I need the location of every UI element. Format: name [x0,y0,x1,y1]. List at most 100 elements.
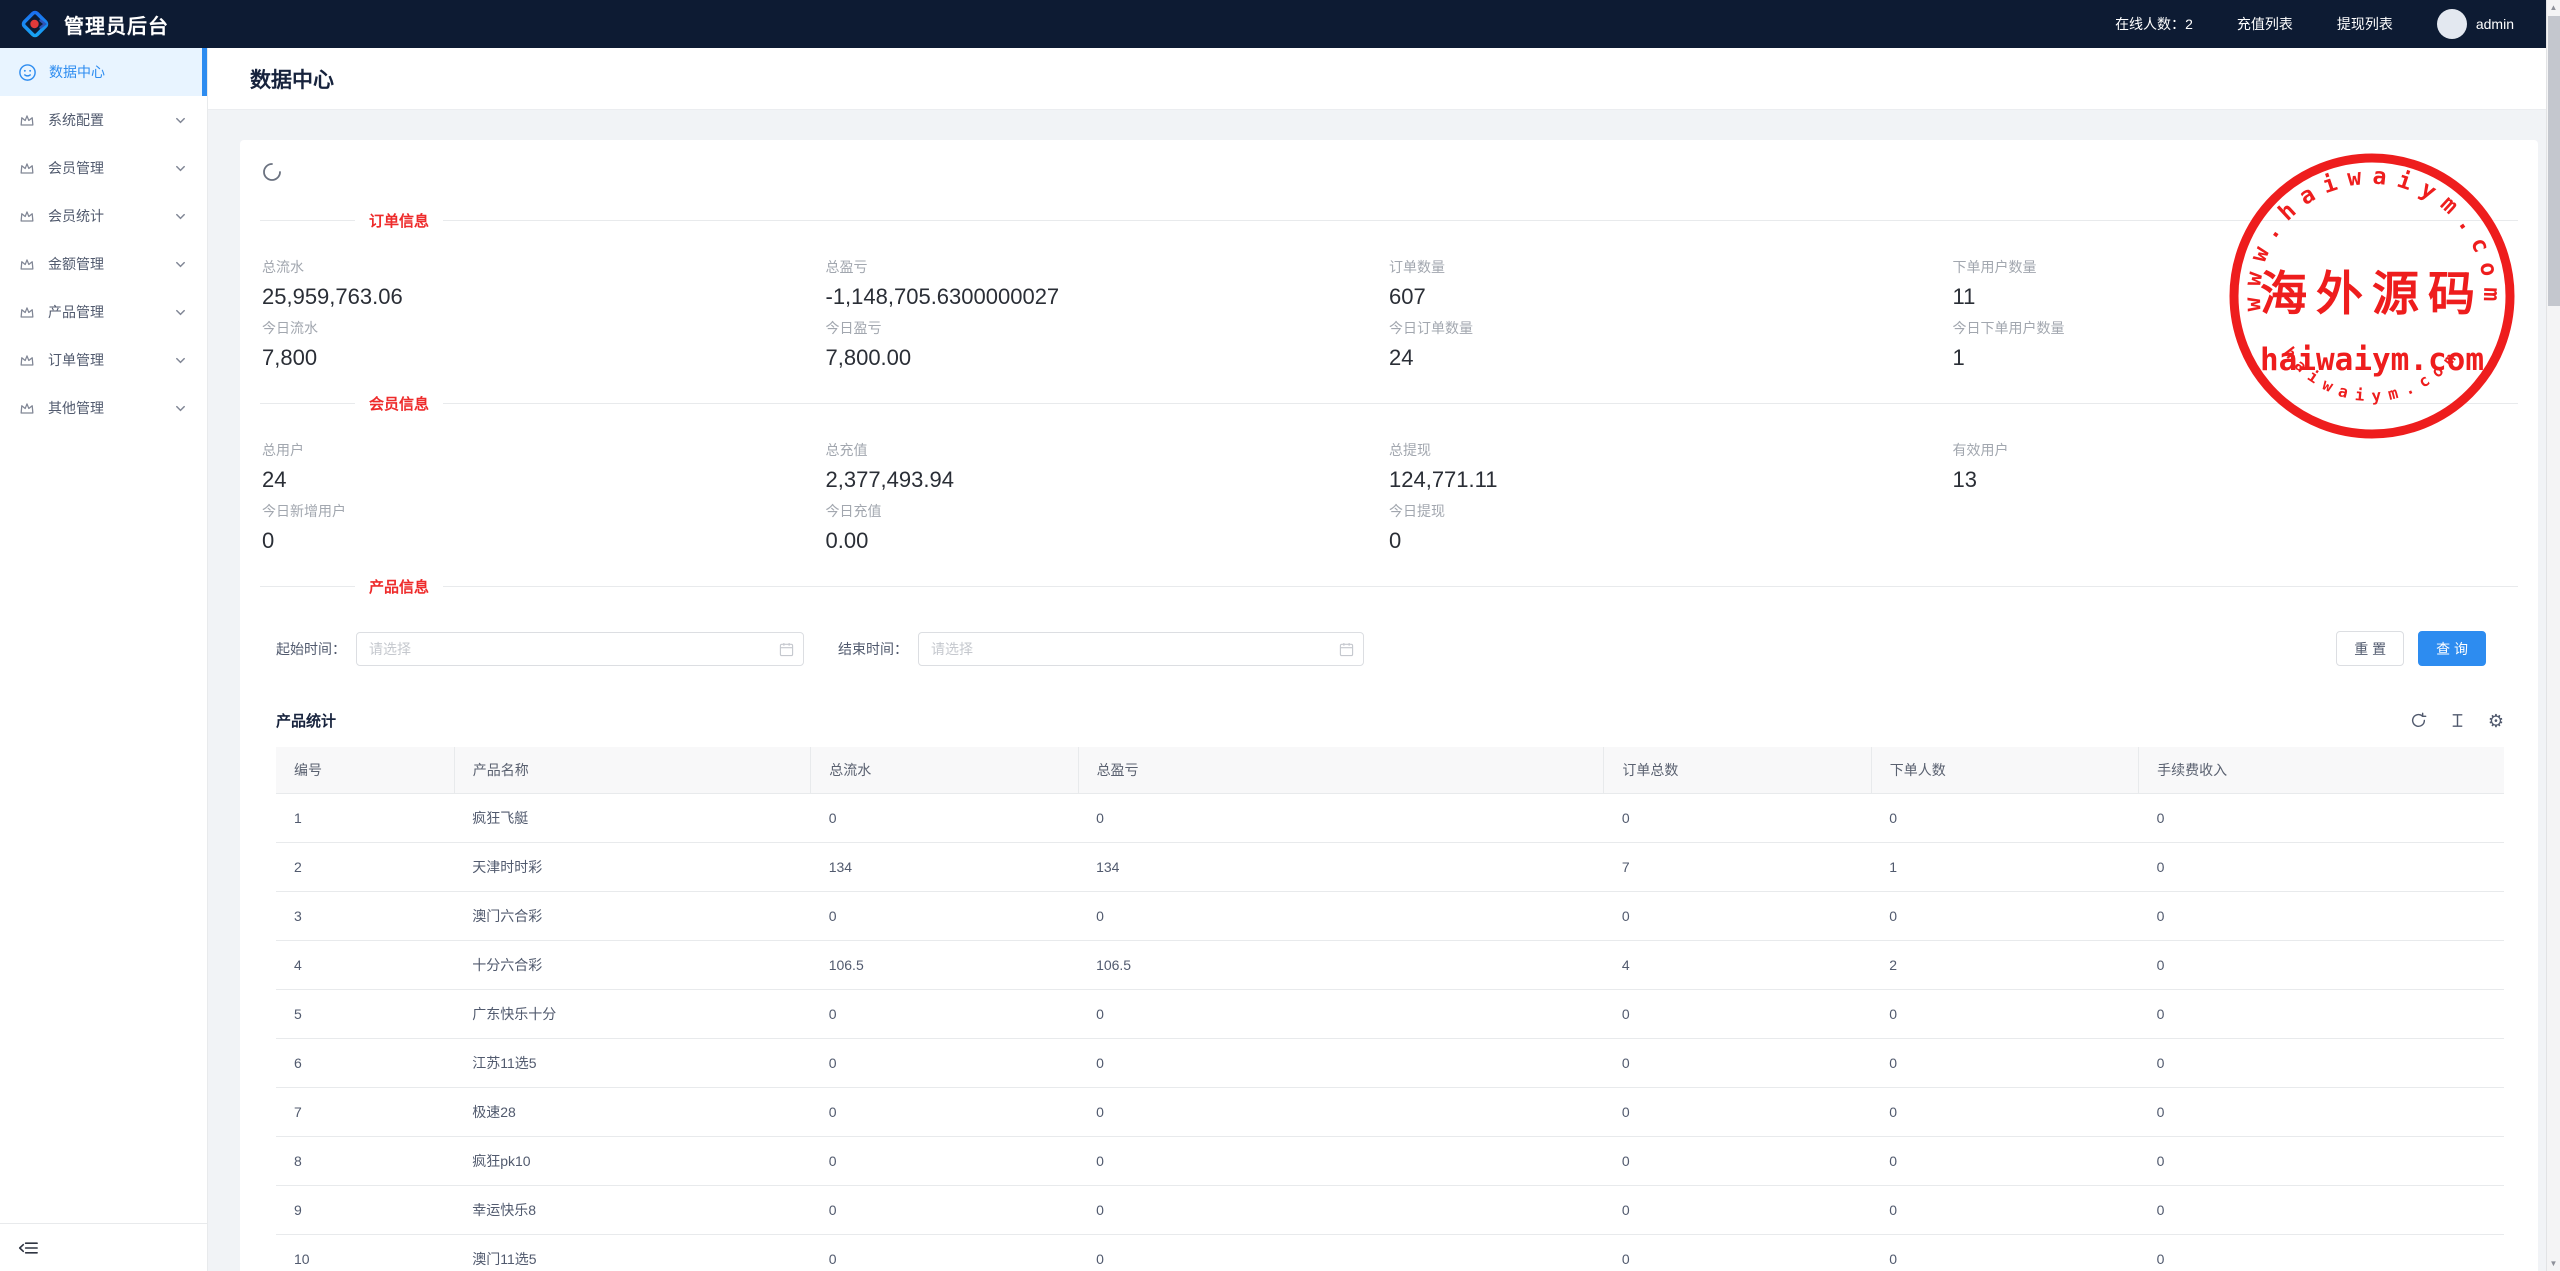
stat-label: 总充值 [826,440,1390,460]
sidebar-item-label: 其他管理 [48,398,104,418]
stat-value: 7,800 [262,345,826,371]
scroll-down-arrow-icon[interactable]: ▼ [2547,1256,2560,1271]
sidebar-item-amount-management[interactable]: 金额管理 [0,240,207,288]
crown-icon [18,303,36,321]
username: admin [2476,16,2514,32]
app-logo-icon [18,7,52,41]
vertical-scrollbar[interactable]: ▲ ▼ [2546,0,2560,1271]
stat-label: 今日订单数量 [1389,318,1953,338]
sidebar-item-member-stats[interactable]: 会员统计 [0,192,207,240]
table-cell: 0 [2139,941,2504,990]
brand[interactable]: 管理员后台 [0,7,169,41]
sidebar-item-data-center[interactable]: 数据中心 [0,48,207,96]
table-cell: 0 [1604,1137,1871,1186]
reset-button[interactable]: 重 置 [2336,631,2404,666]
col-header: 总流水 [811,747,1078,794]
refresh-icon[interactable] [2410,712,2427,729]
smiley-icon [18,63,37,82]
filter-row: 起始时间： 结束时间： [276,631,2502,666]
online-count: 在线人数：2 [2115,14,2193,34]
gear-icon[interactable]: ⚙ [2488,712,2504,730]
scroll-up-arrow-icon[interactable]: ▲ [2547,0,2560,15]
crown-icon [18,255,36,273]
topbar-right: 在线人数：2 充值列表 提现列表 admin [2115,9,2560,39]
table-cell: 2 [276,843,454,892]
table-cell: 广东快乐十分 [454,990,810,1039]
table-cell: 8 [276,1137,454,1186]
start-date-input[interactable] [357,633,803,665]
table-head-row: 产品统计 [276,710,2504,731]
stat-value: 7,800.00 [826,345,1390,371]
section-title-member: 会员信息 [355,393,443,414]
sidebar-item-other-management[interactable]: 其他管理 [0,384,207,432]
calendar-icon[interactable] [779,642,794,662]
table-cell: 4 [1604,941,1871,990]
collapse-menu-icon[interactable] [18,1240,39,1256]
sidebar-item-label: 会员统计 [48,206,104,226]
table-cell: 1 [1871,843,2138,892]
table-cell: 0 [2139,1186,2504,1235]
stat-value: 1 [1953,345,2517,371]
stat-value: 0 [262,528,826,554]
table-cell: 0 [1078,1039,1604,1088]
table-row: 8疯狂pk1000000 [276,1137,2504,1186]
calendar-icon[interactable] [1339,642,1354,662]
table-cell: 0 [1078,892,1604,941]
stat-value: 607 [1389,284,1953,310]
content: 订单信息 总流水 25,959,763.06 今日流水 7,800 总盈亏 -1… [208,110,2560,1271]
stat-label: 今日充值 [826,501,1390,521]
table-row: 3澳门六合彩00000 [276,892,2504,941]
stat-col: 有效用户 13 [1953,440,2517,554]
table-cell: 0 [1604,990,1871,1039]
col-header: 订单总数 [1604,747,1871,794]
recharge-list-link[interactable]: 充值列表 [2237,14,2293,34]
table-cell: 0 [811,1088,1078,1137]
sidebar: 数据中心 系统配置 会员管理 会员统计 [0,48,208,1271]
export-icon[interactable] [2449,712,2466,729]
table-cell: 7 [1604,843,1871,892]
table-row: 9幸运快乐800000 [276,1186,2504,1235]
table-cell: 6 [276,1039,454,1088]
user-menu[interactable]: admin [2437,9,2514,39]
chevron-down-icon [174,114,187,127]
table-cell: 4 [276,941,454,990]
sidebar-item-order-management[interactable]: 订单管理 [0,336,207,384]
chevron-down-icon [174,354,187,367]
stat-label: 订单数量 [1389,257,1953,277]
table-cell: 十分六合彩 [454,941,810,990]
filter-actions: 重 置 查 询 [2336,631,2486,666]
sidebar-item-label: 系统配置 [48,110,104,130]
table-cell: 0 [811,794,1078,843]
page-title: 数据中心 [250,64,334,94]
section-divider-member: 会员信息 [260,393,2518,414]
table-cell: 极速28 [454,1088,810,1137]
crown-icon [18,207,36,225]
withdraw-list-link[interactable]: 提现列表 [2337,14,2393,34]
order-stats-grid: 总流水 25,959,763.06 今日流水 7,800 总盈亏 -1,148,… [260,257,2518,371]
table-cell: 0 [2139,1235,2504,1271]
chevron-down-icon [174,306,187,319]
table-row: 4十分六合彩106.5106.5420 [276,941,2504,990]
end-date-input[interactable] [919,633,1363,665]
stat-col: 总流水 25,959,763.06 今日流水 7,800 [262,257,826,371]
section-title-order: 订单信息 [355,210,443,231]
topbar: 管理员后台 在线人数：2 充值列表 提现列表 admin [0,0,2560,48]
query-button[interactable]: 查 询 [2418,631,2486,666]
table-cell: 0 [811,892,1078,941]
sidebar-item-product-management[interactable]: 产品管理 [0,288,207,336]
table-cell: 0 [2139,1088,2504,1137]
scrollbar-thumb[interactable] [2548,16,2560,306]
table-cell: 0 [1078,1186,1604,1235]
stat-value: 0.00 [826,528,1390,554]
table-cell: 0 [2139,892,2504,941]
table-row: 10澳门11选500000 [276,1235,2504,1271]
sidebar-item-label: 金额管理 [48,254,104,274]
table-cell: 江苏11选5 [454,1039,810,1088]
table-cell: 0 [1871,794,2138,843]
sidebar-item-member-management[interactable]: 会员管理 [0,144,207,192]
sidebar-item-system-config[interactable]: 系统配置 [0,96,207,144]
table-cell: 9 [276,1186,454,1235]
start-date-picker [356,632,804,666]
dashboard-card: 订单信息 总流水 25,959,763.06 今日流水 7,800 总盈亏 -1… [240,140,2538,1271]
table-row: 2天津时时彩134134710 [276,843,2504,892]
